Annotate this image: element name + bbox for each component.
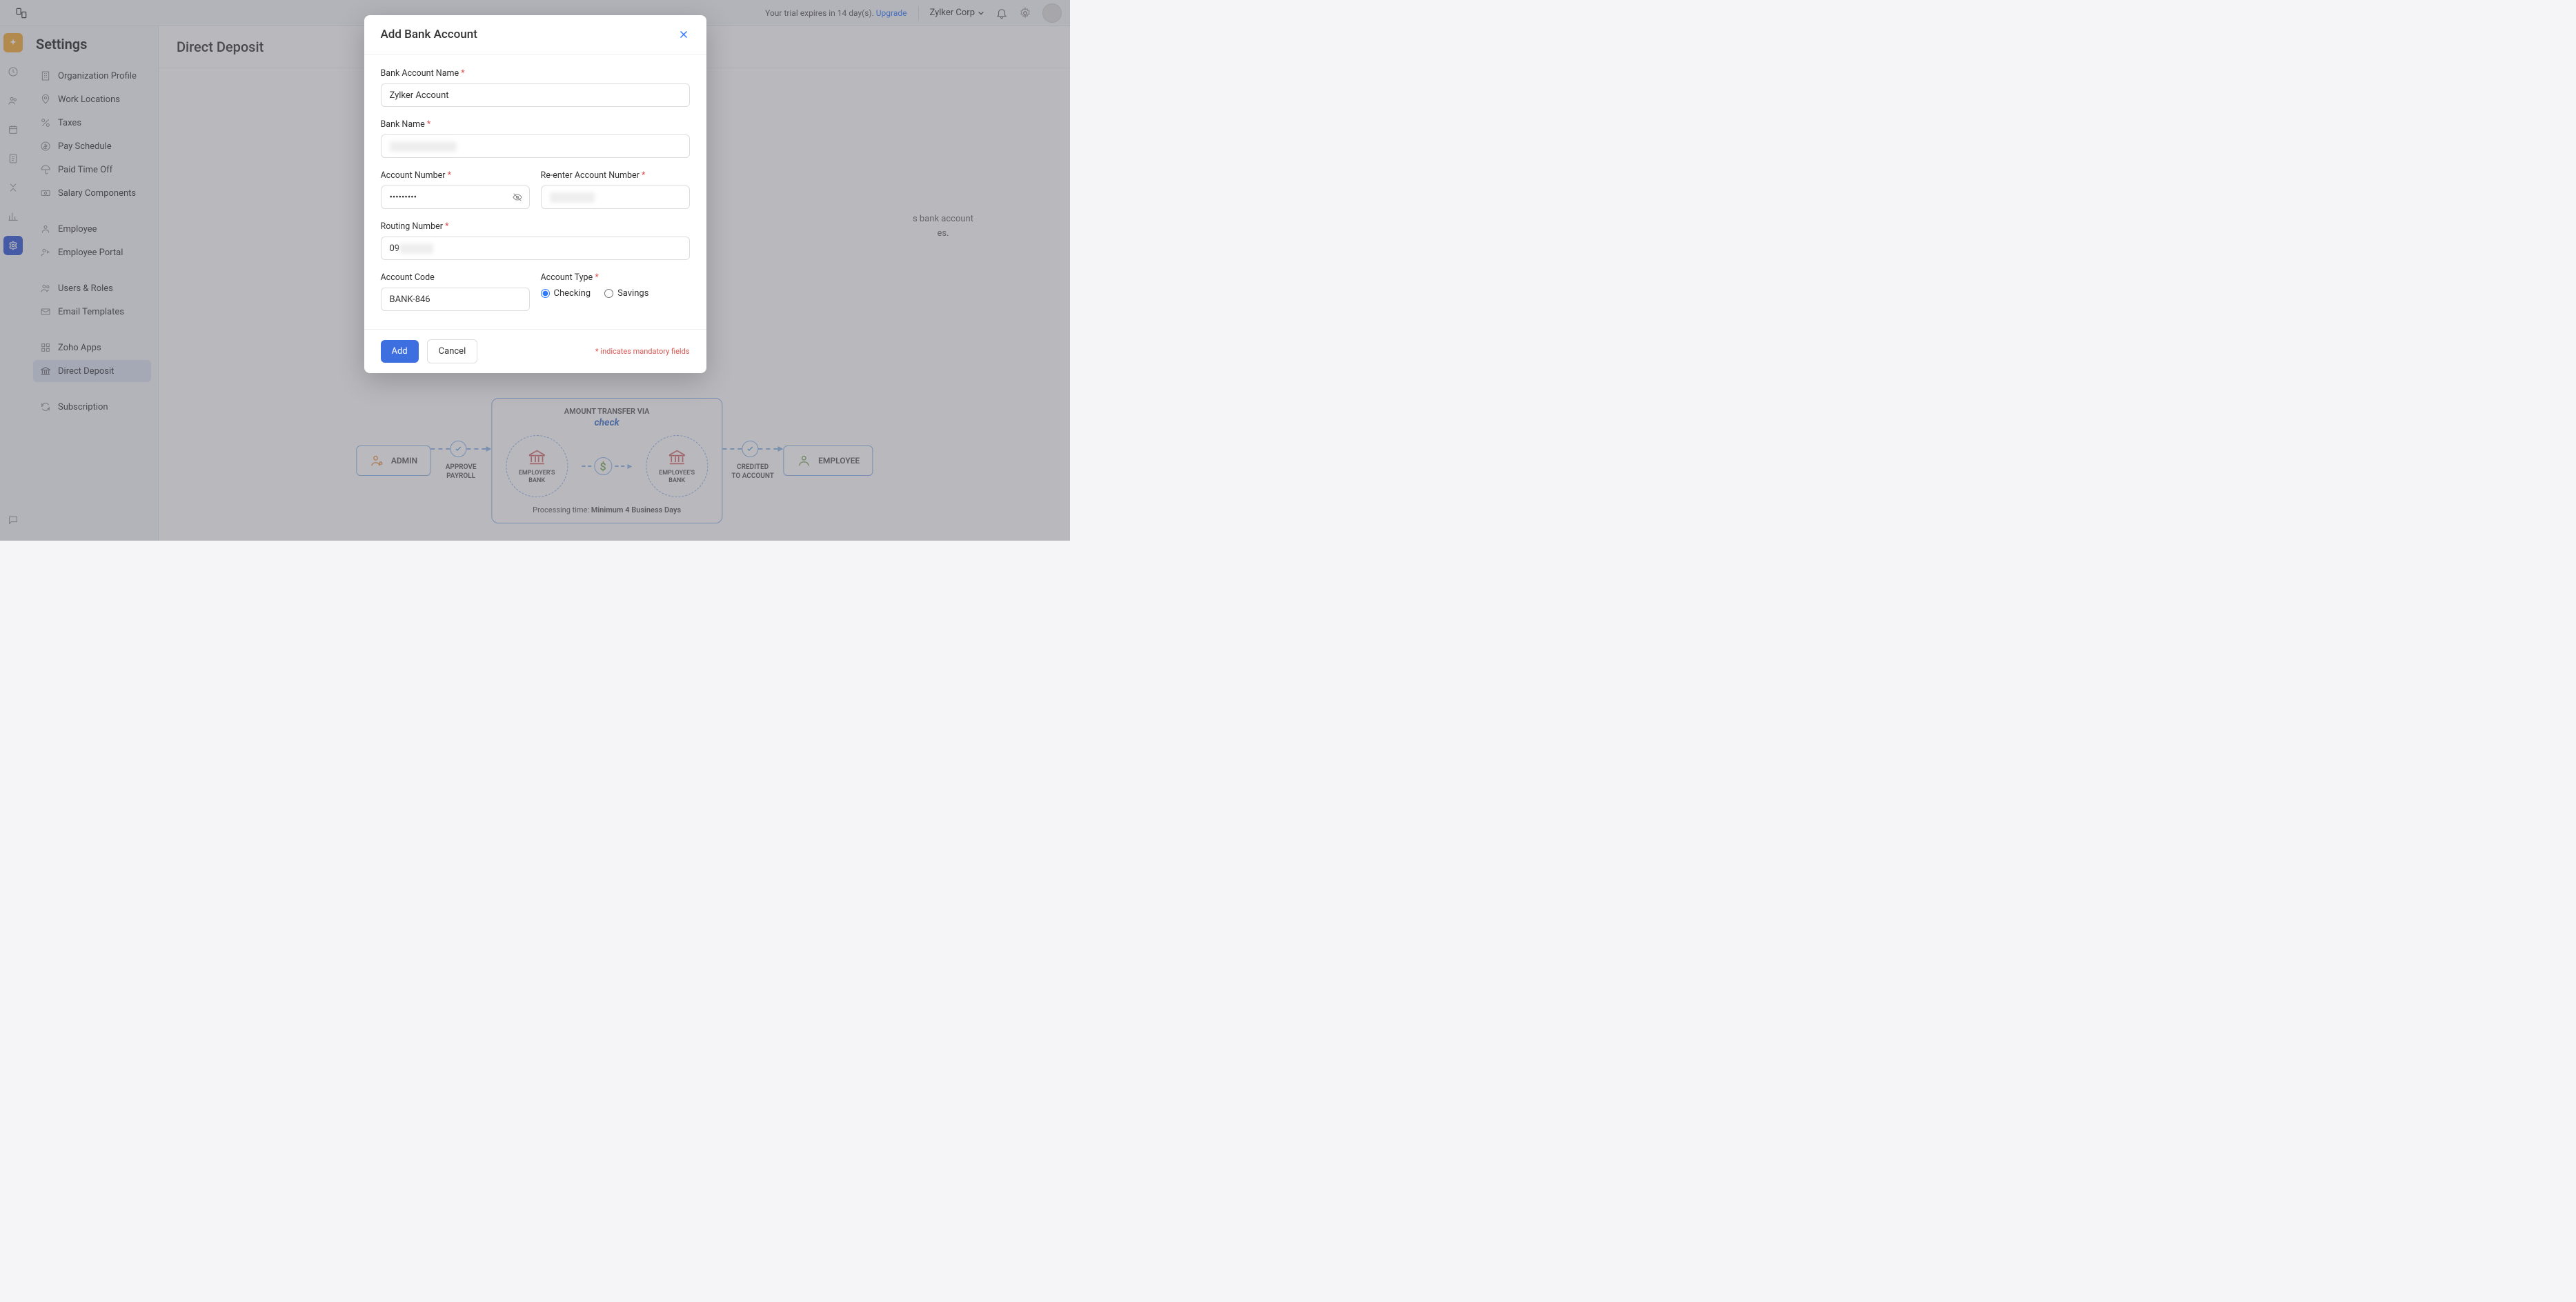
modal-overlay: Add Bank Account Bank Account Name * Ban…	[0, 0, 1070, 541]
bank-name-label: Bank Name *	[381, 119, 690, 130]
modal-body: Bank Account Name * Bank Name * XXXXXXXX…	[364, 54, 706, 329]
eye-off-icon[interactable]	[512, 192, 523, 203]
bank-name-input[interactable]: XXXXXXXXXXXX	[381, 134, 690, 158]
account-type-label: Account Type *	[541, 272, 690, 283]
reenter-account-number-input[interactable]: XXXXXXXX	[541, 186, 690, 209]
add-button[interactable]: Add	[381, 340, 419, 363]
modal-footer: Add Cancel * indicates mandatory fields	[364, 329, 706, 373]
checking-radio[interactable]: Checking	[541, 288, 591, 299]
savings-radio[interactable]: Savings	[604, 288, 648, 299]
routing-number-label: Routing Number *	[381, 221, 690, 232]
add-bank-account-modal: Add Bank Account Bank Account Name * Ban…	[364, 15, 706, 373]
cancel-button[interactable]: Cancel	[427, 339, 478, 363]
routing-number-input[interactable]: 09XXXXXX	[381, 237, 690, 260]
bank-account-name-label: Bank Account Name *	[381, 68, 690, 79]
reenter-account-number-label: Re-enter Account Number *	[541, 170, 690, 181]
modal-header: Add Bank Account	[364, 15, 706, 54]
account-number-label: Account Number *	[381, 170, 530, 181]
account-code-input[interactable]	[381, 288, 530, 311]
modal-title: Add Bank Account	[381, 28, 477, 41]
bank-account-name-input[interactable]	[381, 83, 690, 107]
mandatory-note: * indicates mandatory fields	[595, 347, 690, 356]
account-code-label: Account Code	[381, 272, 530, 283]
close-icon[interactable]	[677, 28, 690, 41]
account-number-input[interactable]	[381, 186, 530, 209]
